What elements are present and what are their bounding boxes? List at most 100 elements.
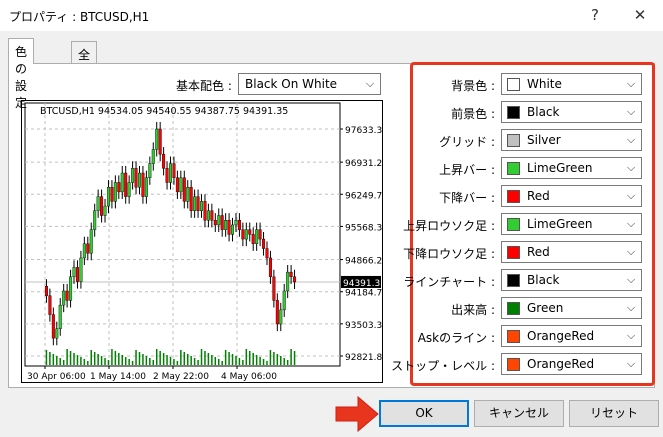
candle-body — [165, 168, 169, 183]
color-swatch — [507, 218, 520, 231]
candle-body — [144, 177, 148, 197]
chevron-down-icon: ⌵ — [626, 357, 636, 370]
color-select[interactable]: OrangeRed ⌵ — [501, 353, 642, 375]
chevron-down-icon: ⌵ — [626, 77, 636, 90]
color-swatch — [507, 106, 520, 119]
color-select[interactable]: Red ⌵ — [501, 185, 642, 207]
reset-button[interactable]: リセット — [569, 400, 659, 427]
color-label: 背景色 : — [451, 79, 495, 93]
candle-body — [203, 201, 207, 221]
candle-body — [282, 290, 286, 311]
scheme-label: 基本配色 : — [176, 79, 232, 93]
candle-body — [200, 201, 204, 211]
color-value: OrangeRed — [527, 357, 595, 371]
candle-body — [189, 186, 193, 211]
candle-body — [241, 229, 245, 240]
chevron-down-icon: ⌵ — [626, 329, 636, 342]
candle-body — [196, 196, 200, 211]
candle-body — [255, 229, 259, 245]
current-price-label: 94391.35 — [343, 279, 382, 289]
candle-body — [79, 257, 83, 282]
color-select[interactable]: Silver ⌵ — [501, 129, 642, 151]
price-label: 96249.75 — [345, 191, 382, 201]
color-swatch — [507, 274, 520, 287]
price-label: 94866.20 — [345, 257, 382, 267]
candle-body — [217, 215, 221, 226]
color-label: 下降ロウソク足 : — [403, 247, 495, 261]
color-select[interactable]: Red ⌵ — [501, 241, 642, 263]
time-label: 1 May 14:00 — [90, 372, 146, 382]
help-button[interactable]: ? — [580, 4, 610, 26]
color-swatch — [507, 190, 520, 203]
ok-button[interactable]: OK — [379, 400, 469, 427]
color-label: Askのライン : — [417, 331, 495, 345]
candle-body — [210, 210, 214, 221]
close-button[interactable]: ✕ — [625, 4, 655, 26]
color-label: 下降バー : — [439, 191, 495, 205]
candle-body — [220, 215, 224, 230]
color-value: LimeGreen — [527, 217, 593, 231]
color-label: ストップ・レベル : — [391, 359, 495, 373]
candle-body — [248, 229, 252, 235]
color-label: 前景色 : — [451, 107, 495, 121]
candle-body — [168, 163, 172, 183]
tab-general[interactable]: 全般 — [71, 41, 98, 79]
chevron-down-icon: ⌵ — [365, 77, 375, 90]
price-label: 96931.20 — [345, 159, 382, 169]
tab-color-settings[interactable]: 色の設定 — [8, 38, 35, 110]
time-label: 2 May 22:00 — [153, 372, 209, 382]
color-label: 上昇ロウソク足 : — [403, 219, 495, 233]
candle-body — [127, 182, 131, 197]
candle-body — [186, 186, 190, 202]
color-select[interactable]: LimeGreen ⌵ — [501, 213, 642, 235]
color-select[interactable]: OrangeRed ⌵ — [501, 325, 642, 347]
candle-body — [224, 220, 228, 230]
candle-body — [120, 172, 124, 193]
price-label: 93503.30 — [345, 321, 382, 331]
color-label: 出来高 : — [451, 303, 495, 317]
color-select[interactable]: White ⌵ — [501, 73, 642, 95]
candle-body — [51, 314, 55, 339]
candle-body — [75, 267, 79, 282]
candle-body — [179, 177, 183, 193]
color-select[interactable]: Black ⌵ — [501, 269, 642, 291]
candle-body — [148, 163, 152, 178]
chevron-down-icon: ⌵ — [626, 273, 636, 286]
scheme-select[interactable]: Black On White ⌵ — [238, 73, 381, 95]
candle-body — [113, 182, 117, 202]
color-swatch — [507, 162, 520, 175]
candle-body — [89, 229, 93, 254]
candle-body — [44, 286, 48, 296]
candle-body — [103, 205, 107, 216]
scheme-value: Black On White — [245, 77, 338, 91]
price-label: 92821.85 — [345, 353, 382, 363]
color-value: Red — [527, 189, 550, 203]
color-select[interactable]: Green ⌵ — [501, 297, 642, 319]
candle-body — [117, 182, 121, 193]
candle-body — [265, 248, 269, 259]
price-label: 97633.30 — [345, 126, 382, 136]
candle-body — [272, 276, 276, 301]
color-value: White — [527, 77, 562, 91]
color-select[interactable]: LimeGreen ⌵ — [501, 157, 642, 179]
candle-body — [213, 220, 217, 226]
candle-body — [293, 276, 297, 283]
candle-body — [182, 177, 186, 202]
candle-body — [251, 234, 255, 245]
candle-body — [279, 309, 283, 325]
color-value: Red — [527, 245, 550, 259]
color-value: Black — [527, 105, 560, 119]
candle-body — [206, 210, 210, 221]
candle-body — [231, 224, 235, 235]
chevron-down-icon: ⌵ — [626, 217, 636, 230]
color-value: OrangeRed — [527, 329, 595, 343]
chevron-down-icon: ⌵ — [626, 245, 636, 258]
color-swatch — [507, 302, 520, 315]
candle-body — [268, 257, 272, 278]
cancel-button[interactable]: キャンセル — [474, 400, 564, 427]
color-label: グリッド : — [439, 135, 495, 149]
color-swatch — [507, 358, 520, 371]
candle-body — [100, 196, 104, 216]
candle-body — [55, 328, 59, 339]
color-select[interactable]: Black ⌵ — [501, 101, 642, 123]
